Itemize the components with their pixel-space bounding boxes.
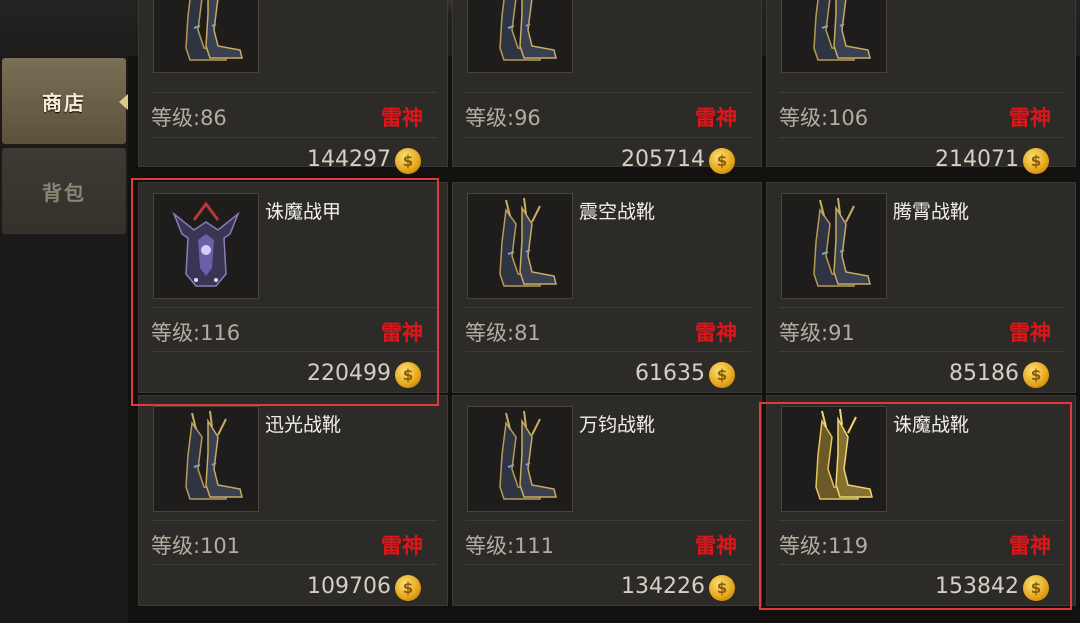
item-thumbnail [781, 0, 887, 73]
item-price: 153842 [935, 574, 1019, 599]
item-thumbnail [153, 0, 259, 73]
item-thumbnail [467, 0, 573, 73]
boots-icon [185, 0, 243, 61]
boots-icon [813, 0, 871, 61]
item-tag: 雷神 [381, 534, 423, 558]
shop-item-5[interactable]: 腾霄战靴 等级:91 雷神 85186 $ [766, 182, 1076, 393]
item-tag: 雷神 [1009, 534, 1051, 558]
item-price: 214071 [935, 147, 1019, 172]
boots-icon [813, 197, 871, 287]
shop-item-4[interactable]: 震空战靴 等级:81 雷神 61635 $ [452, 182, 762, 393]
item-tag: 雷神 [1009, 321, 1051, 345]
item-thumbnail [467, 193, 573, 299]
item-thumbnail [467, 406, 573, 512]
boots-icon [185, 410, 243, 500]
item-tag: 雷神 [1009, 106, 1051, 130]
item-thumbnail [781, 406, 887, 512]
shop-item-8[interactable]: 诛魔战靴 等级:119 雷神 153842 $ [766, 395, 1076, 606]
item-level: 等级:86 [151, 106, 227, 130]
gold-coin-icon: $ [1023, 575, 1049, 601]
gold-coin-icon: $ [709, 148, 735, 174]
armor-icon [172, 201, 240, 287]
tab-bag-label: 背包 [42, 180, 86, 205]
item-level: 等级:101 [151, 534, 241, 558]
boots-icon [499, 197, 557, 287]
item-level: 等级:111 [465, 534, 555, 558]
gold-boots-icon [815, 408, 873, 500]
item-price: 134226 [621, 574, 705, 599]
item-level: 等级:96 [465, 106, 541, 130]
boots-icon [499, 410, 557, 500]
item-tag: 雷神 [695, 321, 737, 345]
shop-grid: 等级:86 雷神 144297 $ 等级:96 雷神 205714 $ 等级:1… [128, 0, 1080, 623]
item-price: 144297 [307, 147, 391, 172]
item-name: 迅光战靴 [265, 414, 342, 436]
shop-item-7[interactable]: 万钧战靴 等级:111 雷神 134226 $ [452, 395, 762, 606]
tab-shop[interactable]: 商店 [2, 58, 128, 144]
item-level: 等级:106 [779, 106, 869, 130]
tab-bag[interactable]: 背包 [2, 148, 126, 234]
item-price: 220499 [307, 361, 391, 386]
item-name: 诛魔战靴 [893, 414, 970, 436]
item-price: 205714 [621, 147, 705, 172]
gold-coin-icon: $ [709, 362, 735, 388]
item-tag: 雷神 [381, 321, 423, 345]
item-name: 腾霄战靴 [893, 201, 970, 223]
item-thumbnail [781, 193, 887, 299]
shop-item-3[interactable]: 诛魔战甲 等级:116 雷神 220499 $ [138, 182, 448, 393]
item-price: 109706 [307, 574, 391, 599]
item-name: 诛魔战甲 [265, 201, 342, 223]
item-name: 震空战靴 [579, 201, 656, 223]
boots-icon [499, 0, 557, 61]
item-level: 等级:81 [465, 321, 541, 345]
gold-coin-icon: $ [1023, 362, 1049, 388]
item-name: 万钧战靴 [579, 414, 656, 436]
gold-coin-icon: $ [1023, 148, 1049, 174]
gold-coin-icon: $ [395, 148, 421, 174]
item-level: 等级:119 [779, 534, 869, 558]
item-thumbnail [153, 193, 259, 299]
item-tag: 雷神 [695, 106, 737, 130]
item-price: 61635 [635, 361, 705, 386]
sidebar: 商店 背包 [0, 56, 128, 623]
gold-coin-icon: $ [709, 575, 735, 601]
shop-item-2[interactable]: 等级:106 雷神 214071 $ [766, 0, 1076, 174]
shop-item-6[interactable]: 迅光战靴 等级:101 雷神 109706 $ [138, 395, 448, 606]
gold-coin-icon: $ [395, 575, 421, 601]
item-thumbnail [153, 406, 259, 512]
item-level: 等级:116 [151, 321, 241, 345]
item-price: 85186 [949, 361, 1019, 386]
item-tag: 雷神 [695, 534, 737, 558]
item-tag: 雷神 [381, 106, 423, 130]
tab-shop-label: 商店 [42, 90, 86, 115]
shop-item-1[interactable]: 等级:96 雷神 205714 $ [452, 0, 762, 174]
shop-item-0[interactable]: 等级:86 雷神 144297 $ [138, 0, 448, 174]
gold-coin-icon: $ [395, 362, 421, 388]
item-level: 等级:91 [779, 321, 855, 345]
